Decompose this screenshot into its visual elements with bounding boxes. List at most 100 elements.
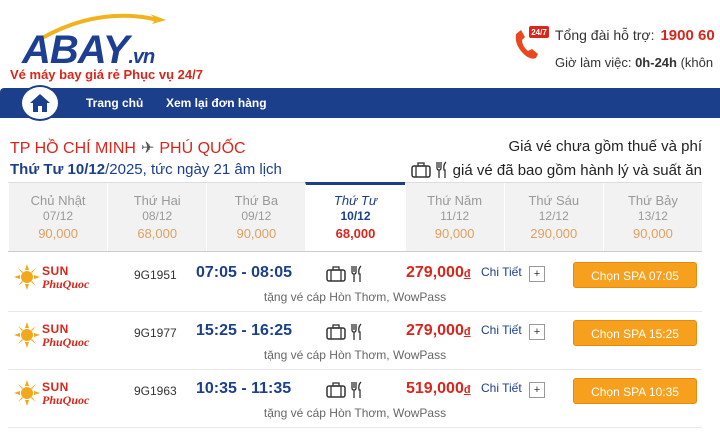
phone-badge-text: 24/7 [531, 28, 547, 37]
date-tab-price: 290,000 [530, 226, 578, 241]
hotline[interactable]: Tổng đài hỗ trợ: 1900 60 [555, 27, 715, 44]
hours-label: Giờ làm việc: [555, 55, 632, 70]
nav-item-home[interactable]: Trang chủ [86, 96, 143, 110]
expand-detail-button[interactable]: + [529, 324, 545, 340]
date-tab-day: Thứ Năm [427, 193, 483, 208]
date-tab-date: 13/12 [637, 209, 668, 223]
date-tab-date: 10/12 [340, 209, 371, 223]
flight-promo-note: tặng vé cáp Hòn Thơm, WowPass [263, 290, 447, 304]
meal-icon [351, 323, 362, 340]
expand-detail-button[interactable]: + [529, 266, 545, 282]
phone-24-7-icon: 24/7 [515, 26, 549, 59]
home-icon [30, 94, 50, 112]
flight-row: SUN PhuQuoc 9G1963 10:35 - 11:35 519,000… [8, 370, 702, 428]
flight-amenities [326, 265, 364, 283]
hotline-number[interactable]: 1900 60 [660, 27, 714, 44]
flight-price: 279,000đ [406, 322, 471, 340]
flight-price-value: 279,000 [406, 322, 464, 339]
luggage-icon [410, 162, 431, 178]
price-note: Giá vé chưa gồm thuế và phí [508, 138, 702, 155]
logo-main-text: ABAY [22, 28, 129, 72]
flight-amenities [326, 381, 364, 399]
flight-promo-note: tặng vé cáp Hòn Thơm, WowPass [263, 348, 447, 362]
airline-name-top: SUN [42, 322, 69, 336]
date-tab[interactable]: Thứ Ba 09/12 90,000 [206, 183, 306, 251]
route-to: PHÚ QUỐC [159, 140, 246, 157]
hours-value: 0h-24h [635, 55, 677, 70]
date-tab[interactable]: Thứ Bảy 13/12 90,000 [602, 183, 702, 251]
working-hours: Giờ làm việc: 0h-24h (khôn [555, 55, 713, 70]
luggage-meal-note: giá vé đã bao gồm hành lý và suất ăn [410, 161, 702, 179]
logo-suffix: .vn [128, 46, 155, 68]
site-header: ABAY.vn Vé máy bay giá rẻ Phục vụ 24/7 2… [0, 0, 720, 88]
date-tab-price: 68,000 [335, 226, 376, 241]
nav-item-orders[interactable]: Xem lại đơn hàng [166, 96, 267, 110]
date-tab-price: 68,000 [137, 226, 178, 241]
luggage-icon [326, 266, 346, 282]
flight-time: 07:05 - 08:05 [196, 264, 293, 281]
travel-date-bold: Thứ Tư 10/12 [10, 161, 106, 178]
flight-time: 15:25 - 16:25 [196, 322, 293, 339]
date-tab[interactable]: Thứ Tư 10/12 68,000 [305, 182, 405, 251]
flight-code: 9G1951 [134, 268, 177, 282]
hours-suffix: (khôn [680, 55, 714, 70]
date-tab-day: Thứ Tư [333, 193, 378, 208]
date-tab-day: Chủ Nhật [30, 193, 86, 208]
date-tab[interactable]: Chủ Nhật 07/12 90,000 [8, 183, 108, 251]
sun-icon [14, 380, 40, 406]
date-tab-date: 11/12 [440, 209, 470, 223]
airplane-icon: ✈ [140, 140, 155, 157]
select-flight-button[interactable]: Chọn SPA 10:35 [573, 378, 697, 404]
date-tab-day: Thứ Sáu [528, 193, 580, 208]
select-flight-button[interactable]: Chọn SPA 15:25 [573, 320, 697, 346]
date-tab[interactable]: Thứ Sáu 12/12 290,000 [503, 183, 603, 251]
date-tab-date: 08/12 [142, 209, 173, 223]
route-title: TP HỒ CHÍ MINH ✈ PHÚ QUỐC [10, 138, 246, 158]
flight-detail-link[interactable]: Chi Tiết [481, 265, 522, 279]
flight-detail-link[interactable]: Chi Tiết [481, 323, 522, 337]
travel-date: Thứ Tư 10/12/2025, tức ngày 21 âm lịch [10, 161, 282, 178]
flight-price-currency: đ [463, 384, 471, 396]
date-tab-day: Thứ Bảy [627, 193, 678, 208]
date-tab[interactable]: Thứ Năm 11/12 90,000 [404, 183, 504, 251]
airline-name-top: SUN [42, 380, 69, 394]
luggage-icon [326, 382, 346, 398]
flight-row: SUN PhuQuoc 9G1951 07:05 - 08:05 279,000… [8, 254, 702, 312]
flight-price: 519,000đ [406, 380, 471, 398]
date-tab-price: 90,000 [236, 226, 277, 241]
meal-icon [351, 381, 362, 398]
flight-amenities [326, 323, 364, 341]
date-tab-price: 90,000 [38, 226, 78, 241]
tagline: Vé máy bay giá rẻ Phục vụ 24/7 [10, 67, 203, 82]
date-tab-price: 90,000 [633, 226, 673, 241]
flight-price-currency: đ [463, 326, 471, 338]
date-tab-date: 12/12 [538, 209, 569, 223]
travel-date-rest: /2025, tức ngày 21 âm lịch [105, 161, 282, 178]
hotline-label: Tổng đài hỗ trợ: [555, 27, 655, 43]
date-tab-day: Thứ Hai [133, 193, 181, 208]
route-from: TP HỒ CHÍ MINH [10, 140, 136, 157]
flight-price-currency: đ [463, 268, 471, 280]
sun-icon [14, 264, 40, 290]
flight-price-value: 279,000 [406, 264, 464, 281]
flight-promo-note: tặng vé cáp Hòn Thơm, WowPass [263, 406, 447, 420]
date-tab[interactable]: Thứ Hai 08/12 68,000 [107, 183, 207, 251]
flight-row: SUN PhuQuoc 9G1977 15:25 - 16:25 279,000… [8, 312, 702, 370]
flight-time: 10:35 - 11:35 [196, 380, 292, 397]
flight-detail-link[interactable]: Chi Tiết [481, 381, 522, 395]
luggage-icon [326, 324, 346, 340]
date-tab-date: 07/12 [43, 209, 74, 223]
flight-price-value: 519,000 [406, 380, 464, 397]
abay-logo[interactable]: ABAY.vn [10, 6, 170, 72]
select-flight-button[interactable]: Chọn SPA 07:05 [573, 262, 697, 288]
date-tab-date: 09/12 [241, 209, 272, 223]
flight-code: 9G1977 [134, 326, 177, 340]
main-nav: Trang chủ Xem lại đơn hàng [0, 85, 720, 121]
home-button[interactable] [20, 85, 60, 121]
meal-icon [351, 265, 362, 282]
expand-detail-button[interactable]: + [529, 382, 545, 398]
date-tab-price: 90,000 [434, 226, 475, 241]
meal-icon [436, 161, 447, 178]
flight-code: 9G1963 [134, 384, 177, 398]
airline-name-top: SUN [42, 264, 69, 278]
